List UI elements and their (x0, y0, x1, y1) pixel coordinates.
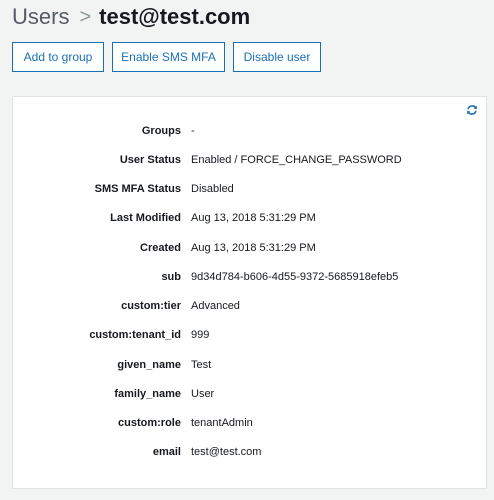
breadcrumb-separator: > (79, 5, 92, 28)
attribute-value: 999 (191, 329, 210, 341)
attribute-row-custom-role: custom:role tenantAdmin (13, 414, 486, 432)
attribute-row-last-modified: Last Modified Aug 13, 2018 5:31:29 PM (13, 209, 486, 227)
attribute-row-user-status: User Status Enabled / FORCE_CHANGE_PASSW… (13, 151, 486, 169)
attribute-label: SMS MFA Status (94, 183, 181, 195)
add-to-group-button[interactable]: Add to group (12, 42, 104, 72)
attribute-label: User Status (119, 154, 181, 166)
attribute-value: test@test.com (191, 446, 262, 458)
breadcrumb: Users > test@test.com (12, 2, 250, 32)
attribute-value: 9d34d784-b606-4d55-9372-5685918efeb5 (191, 271, 399, 283)
attribute-label: Last Modified (110, 212, 181, 224)
attribute-value: tenantAdmin (191, 417, 253, 429)
page-title: test@test.com (99, 4, 251, 29)
attribute-row-custom-tenant-id: custom:tenant_id 999 (13, 326, 486, 344)
attribute-value: Aug 13, 2018 5:31:29 PM (191, 212, 316, 224)
attribute-value: Test (191, 359, 212, 371)
attribute-value: Advanced (191, 300, 240, 312)
enable-sms-mfa-button[interactable]: Enable SMS MFA (112, 42, 225, 72)
attribute-value: Aug 13, 2018 5:31:29 PM (191, 242, 316, 254)
attribute-label: custom:tenant_id (89, 329, 181, 341)
attribute-row-sub: sub 9d34d784-b606-4d55-9372-5685918efeb5 (13, 268, 486, 286)
attribute-row-custom-tier: custom:tier Advanced (13, 297, 486, 315)
attribute-value: - (191, 125, 195, 137)
disable-user-button[interactable]: Disable user (233, 42, 321, 72)
refresh-icon[interactable] (466, 104, 478, 116)
breadcrumb-users-link[interactable]: Users (12, 4, 69, 30)
attribute-row-family-name: family_name User (13, 385, 486, 403)
attribute-row-created: Created Aug 13, 2018 5:31:29 PM (13, 239, 486, 257)
attribute-label: email (152, 446, 181, 458)
attribute-label: custom:role (118, 417, 181, 429)
attribute-label: Created (140, 242, 181, 254)
attribute-label: given_name (117, 359, 181, 371)
attribute-row-email: email test@test.com (13, 443, 486, 461)
attribute-label: Groups (141, 125, 181, 137)
attribute-row-sms-mfa-status: SMS MFA Status Disabled (13, 180, 486, 198)
attribute-label: sub (161, 271, 181, 283)
attribute-row-groups: Groups - (13, 122, 486, 140)
attribute-label: custom:tier (121, 300, 181, 312)
attribute-value: User (191, 388, 215, 400)
user-details-panel: Groups - User Status Enabled / FORCE_CHA… (12, 96, 487, 489)
action-toolbar: Add to group Enable SMS MFA Disable user (12, 42, 321, 72)
attribute-row-given-name: given_name Test (13, 356, 486, 374)
attribute-label: family_name (114, 388, 181, 400)
attribute-value: Enabled / FORCE_CHANGE_PASSWORD (191, 154, 402, 166)
attribute-value: Disabled (191, 183, 234, 195)
